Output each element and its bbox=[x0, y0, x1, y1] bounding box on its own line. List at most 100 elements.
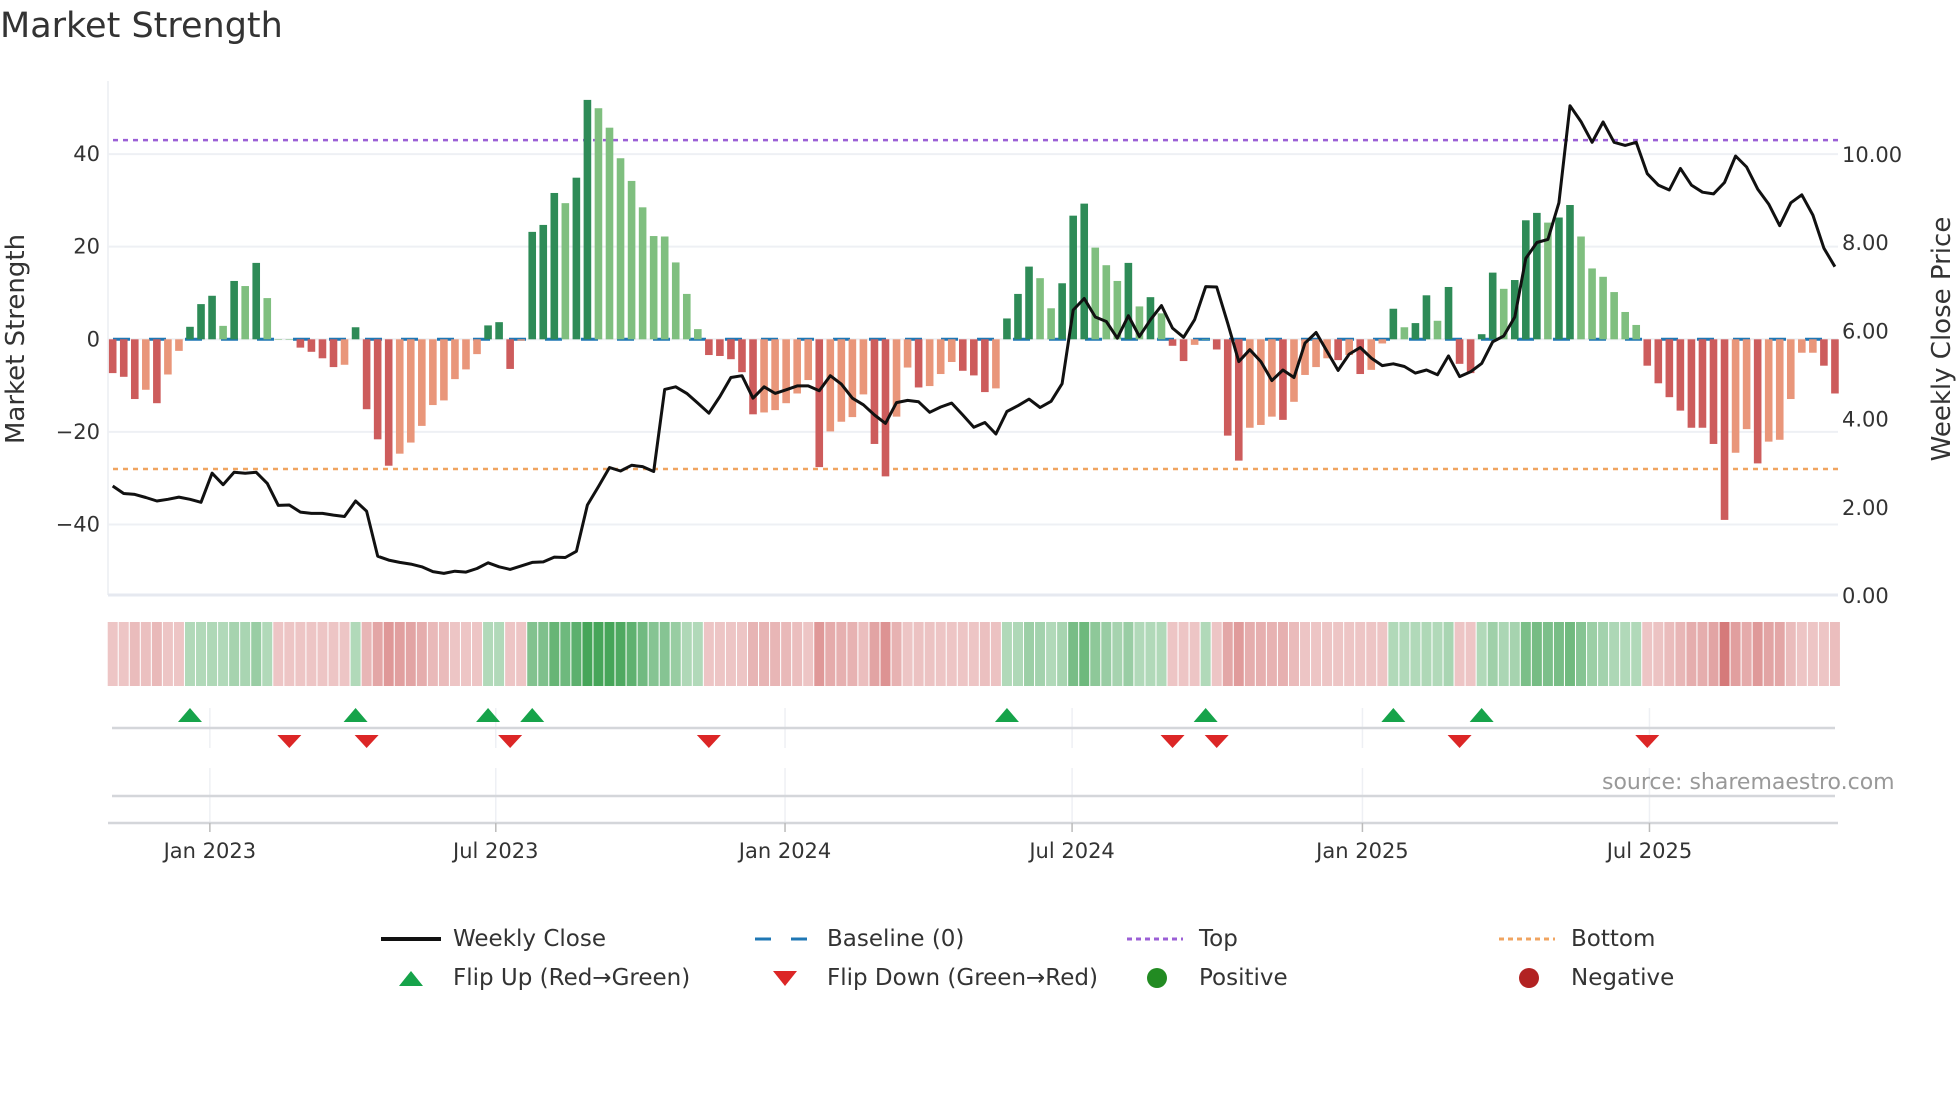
heat-cell bbox=[836, 622, 847, 686]
heat-cell bbox=[1653, 622, 1664, 686]
heat-cell bbox=[1631, 622, 1642, 686]
heat-cell bbox=[1233, 622, 1244, 686]
heat-cell bbox=[494, 622, 505, 686]
heat-cell bbox=[891, 622, 902, 686]
strength-bar bbox=[870, 339, 879, 444]
strength-bar bbox=[108, 339, 117, 374]
legend-item-bottom: Bottom bbox=[1499, 926, 1655, 952]
heat-cell bbox=[1001, 622, 1012, 686]
strength-bar bbox=[175, 339, 183, 351]
heat-cell bbox=[372, 622, 383, 686]
heat-cell bbox=[1322, 622, 1333, 686]
strength-bar bbox=[616, 158, 625, 340]
strength-bar bbox=[1179, 339, 1188, 362]
strength-bar bbox=[782, 339, 790, 404]
strength-bar bbox=[804, 339, 813, 381]
strength-bar bbox=[1798, 339, 1806, 353]
heat-cell bbox=[1509, 622, 1520, 686]
strength-bar bbox=[1124, 262, 1133, 340]
flip-down-legend-icon bbox=[755, 966, 815, 990]
strength-bar bbox=[1676, 339, 1685, 411]
flip-up-marker bbox=[1469, 708, 1494, 722]
strength-bar bbox=[362, 339, 371, 410]
flip-down-marker bbox=[1635, 735, 1660, 748]
heat-cell bbox=[1012, 622, 1023, 686]
strength-bar bbox=[914, 339, 923, 388]
strength-bar bbox=[1753, 339, 1762, 464]
heat-cell bbox=[1598, 622, 1609, 686]
heat-cell bbox=[1355, 622, 1366, 686]
heat-cell bbox=[516, 622, 527, 686]
legend-label: Baseline (0) bbox=[827, 926, 965, 952]
strength-bar bbox=[1831, 339, 1839, 394]
heat-cell bbox=[1587, 622, 1598, 686]
flip-down-marker bbox=[277, 735, 302, 748]
strength-bar bbox=[627, 180, 636, 340]
heat-cell bbox=[1708, 622, 1719, 686]
heat-cell bbox=[681, 622, 692, 686]
heat-cell bbox=[748, 622, 759, 686]
heat-cell bbox=[1068, 622, 1079, 686]
strength-bar bbox=[1058, 283, 1066, 340]
heat-cell bbox=[460, 622, 471, 686]
flip-down-marker bbox=[696, 735, 721, 748]
heat-cell bbox=[1079, 622, 1090, 686]
strength-bar bbox=[495, 322, 503, 340]
strength-bar bbox=[506, 339, 514, 369]
strength-bar bbox=[1190, 339, 1199, 345]
heat-cell bbox=[869, 622, 880, 686]
strength-bar bbox=[1610, 292, 1618, 340]
heat-cell bbox=[736, 622, 747, 686]
strength-bar bbox=[1577, 236, 1585, 340]
legend-label: Flip Up (Red→Green) bbox=[453, 965, 691, 991]
strength-bar bbox=[1764, 339, 1773, 442]
strength-bar bbox=[1720, 339, 1729, 520]
strength-bar bbox=[340, 339, 349, 365]
heat-cell bbox=[615, 622, 626, 686]
strength-bar bbox=[760, 339, 768, 413]
strength-bar bbox=[1201, 339, 1210, 340]
heat-cell bbox=[1112, 622, 1123, 686]
strength-bar bbox=[263, 298, 272, 340]
heat-cell bbox=[725, 622, 736, 686]
strength-bar bbox=[186, 326, 194, 340]
heat-cell bbox=[1818, 622, 1829, 686]
flip-up-marker bbox=[1193, 708, 1218, 722]
heat-cell bbox=[1553, 622, 1564, 686]
heat-cell bbox=[427, 622, 438, 686]
strength-bar bbox=[296, 339, 305, 348]
heat-cell bbox=[1675, 622, 1686, 686]
strength-bar bbox=[130, 339, 139, 400]
strength-bar bbox=[550, 192, 559, 340]
heat-cell bbox=[505, 622, 516, 686]
heat-cell bbox=[814, 622, 825, 686]
heat-cell bbox=[1531, 622, 1542, 686]
y2-tick-label: 2.00 bbox=[1842, 496, 1889, 520]
heat-cell bbox=[1730, 622, 1741, 686]
heat-cell bbox=[1620, 622, 1631, 686]
heat-cell bbox=[604, 622, 615, 686]
strength-bar bbox=[1080, 203, 1089, 340]
strength-bars bbox=[108, 99, 1839, 520]
heat-cell bbox=[118, 622, 129, 686]
y2-tick-label: 0.00 bbox=[1842, 584, 1889, 608]
heat-cell bbox=[218, 622, 229, 686]
y2-tick-label: 10.00 bbox=[1842, 143, 1902, 167]
heat-cell bbox=[803, 622, 814, 686]
heat-cell bbox=[946, 622, 957, 686]
x-tick-label: Jan 2023 bbox=[162, 839, 257, 863]
heat-cell bbox=[1046, 622, 1057, 686]
legend-item-flip-down: Flip Down (Green→Red) bbox=[755, 965, 1098, 991]
strength-bar bbox=[826, 339, 835, 432]
heat-cell bbox=[383, 622, 394, 686]
positive-legend-icon bbox=[1127, 966, 1187, 990]
heat-cell bbox=[129, 622, 140, 686]
strength-bar bbox=[1091, 247, 1100, 340]
heat-cell bbox=[1366, 622, 1377, 686]
legend-label: Weekly Close bbox=[453, 926, 606, 952]
strength-bar bbox=[451, 339, 459, 380]
heat-cell bbox=[1576, 622, 1587, 686]
heat-cell bbox=[416, 622, 427, 686]
heat-cell bbox=[394, 622, 405, 686]
heat-cell bbox=[273, 622, 284, 686]
